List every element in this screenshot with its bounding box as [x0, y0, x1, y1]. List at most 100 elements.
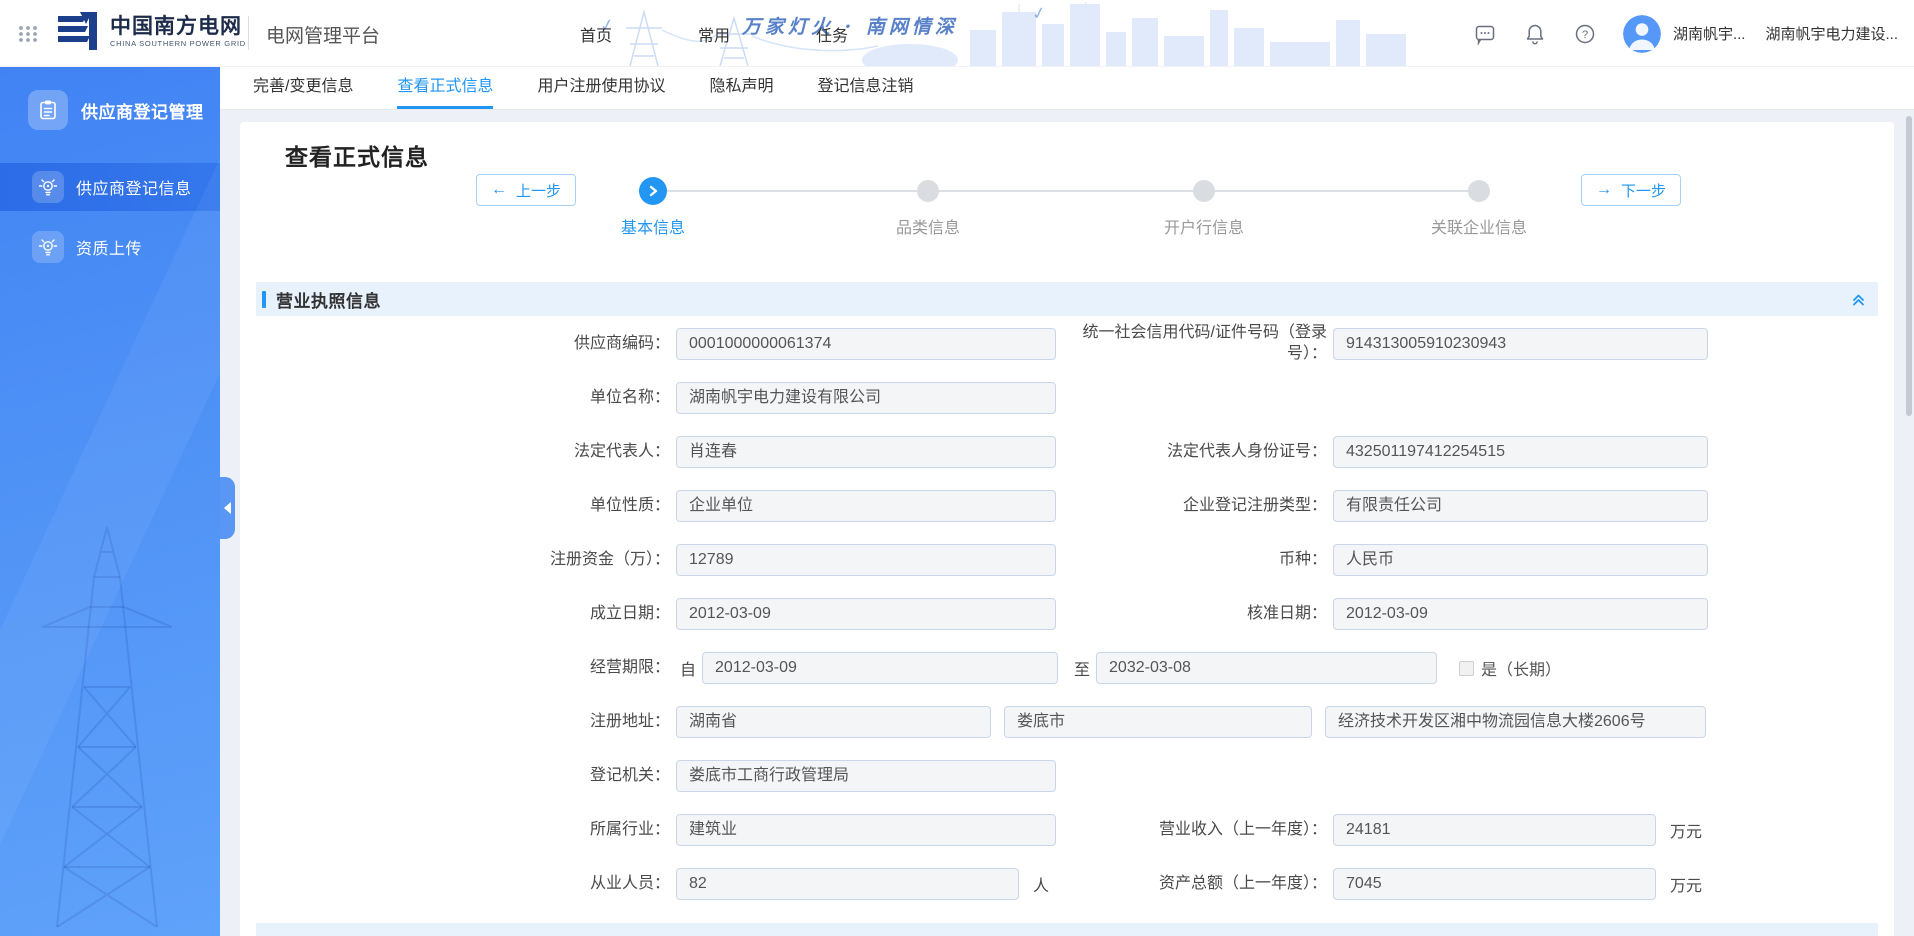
approval-date-field[interactable]: 2012-03-09 [1333, 598, 1708, 630]
nav-item-tasks[interactable]: 任务 [816, 22, 848, 46]
tab-bar: 完善/变更信息 查看正式信息 用户注册使用协议 隐私声明 登记信息注销 [220, 67, 1914, 110]
period-to-field[interactable]: 2032-03-08 [1096, 652, 1437, 684]
header-nav: 首页 常用 任务 [580, 0, 848, 67]
form-row: 注册资金（万）： 12789 币种： 人民币 [240, 544, 1894, 576]
sidebar-item-supplier-registration-info[interactable]: 供应商登记信息 [0, 163, 220, 211]
app-header: 万家灯火 · 南网情深 ✓ ✓ 中国南方电网 CHINA SOUTHERN PO… [0, 0, 1914, 67]
page-title: 查看正式信息 [285, 138, 429, 172]
help-icon[interactable]: ? [1573, 22, 1597, 46]
field-label: 币种： [1075, 550, 1327, 571]
form-row: 从业人员： 82 人 资产总额（上一年度）： 7045 万元 [240, 868, 1894, 900]
csg-logo: 中国南方电网 CHINA SOUTHERN POWER GRID [56, 10, 246, 52]
form-row: 单位名称： 湖南帆宇电力建设有限公司 [240, 382, 1894, 414]
sidebar-group-header[interactable]: 供应商登记管理 [0, 81, 220, 139]
user-org-name[interactable]: 湖南帆宇电力建设... [1765, 23, 1898, 44]
sidebar-item-qualification-upload[interactable]: 资质上传 [0, 223, 220, 271]
step-circle-related-company-info [1468, 180, 1490, 202]
field-label: 资产总额（上一年度）： [1075, 874, 1327, 895]
brand-name-cn: 中国南方电网 [110, 15, 246, 39]
form-row: 经营期限： 自 2012-03-09 至 2032-03-08 是（长期） [240, 652, 1894, 684]
legal-person-id-field[interactable]: 432501197412254515 [1333, 436, 1708, 468]
form-row: 成立日期： 2012-03-09 核准日期： 2012-03-09 [240, 598, 1894, 630]
apps-grid-icon[interactable] [16, 22, 40, 46]
field-label: 企业登记注册类型： [1075, 496, 1327, 517]
prev-step-button[interactable]: ← 上一步 [476, 174, 576, 206]
nav-item-frequent[interactable]: 常用 [698, 22, 730, 46]
form-row: 供应商编码： 0001000000061374 统一社会信用代码/证件号码（登录… [240, 328, 1894, 360]
period-from-field[interactable]: 2012-03-09 [702, 652, 1058, 684]
period-to-label: 至 [1074, 656, 1090, 680]
header-divider [248, 16, 249, 50]
field-label: 供应商编码： [430, 334, 670, 355]
business-license-form: 供应商编码： 0001000000061374 统一社会信用代码/证件号码（登录… [240, 328, 1894, 922]
field-label: 所属行业： [430, 820, 670, 841]
currency-field[interactable]: 人民币 [1333, 544, 1708, 576]
section-title: 营业执照信息 [276, 287, 381, 312]
employees-field[interactable]: 82 [676, 868, 1019, 900]
field-label: 单位名称： [430, 388, 670, 409]
employees-unit: 人 [1033, 872, 1049, 896]
skyline-decoration [850, 2, 1410, 66]
header-actions: ? 湖南帆宇... 湖南帆宇电力建设... [1447, 0, 1898, 67]
form-card: 查看正式信息 ← 上一步 基本信息 品类信息 开户行信息 关联企业信息 → 下一… [240, 122, 1894, 936]
csg-logo-mark [56, 10, 102, 52]
credit-code-field[interactable]: 914313005910230943 [1333, 328, 1708, 360]
step-label-basic-info[interactable]: 基本信息 [573, 214, 733, 238]
address-detail-field[interactable]: 经济技术开发区湘中物流园信息大楼2606号 [1325, 706, 1706, 738]
registered-capital-field[interactable]: 12789 [676, 544, 1056, 576]
svg-text:?: ? [1582, 29, 1588, 41]
arrow-left-icon: ← [491, 181, 507, 199]
clipboard-icon [28, 90, 68, 130]
industry-field[interactable]: 建筑业 [676, 814, 1056, 846]
stepper-line [653, 190, 1479, 192]
message-icon[interactable] [1473, 22, 1497, 46]
tab-view-official-info[interactable]: 查看正式信息 [397, 67, 493, 109]
user-name[interactable]: 湖南帆宇... [1673, 23, 1746, 44]
long-term-checkbox[interactable] [1459, 661, 1474, 676]
nav-item-home[interactable]: 首页 [580, 22, 612, 46]
org-nature-field[interactable]: 企业单位 [676, 490, 1056, 522]
collapse-section-icon[interactable] [1851, 292, 1866, 312]
revenue-field[interactable]: 24181 [1333, 814, 1656, 846]
field-label: 注册资金（万）： [430, 550, 670, 571]
legal-person-field[interactable]: 肖连春 [676, 436, 1056, 468]
revenue-unit: 万元 [1670, 818, 1702, 842]
platform-title: 电网管理平台 [266, 21, 380, 48]
bulb-icon [32, 231, 64, 263]
registration-type-field[interactable]: 有限责任公司 [1333, 490, 1708, 522]
step-circle-category-info [917, 180, 939, 202]
step-label-category-info[interactable]: 品类信息 [848, 214, 1008, 238]
vertical-scrollbar-thumb[interactable] [1906, 116, 1912, 416]
pylon-watermark [12, 507, 202, 927]
assets-unit: 万元 [1670, 872, 1702, 896]
csg-logo-text: 中国南方电网 CHINA SOUTHERN POWER GRID [110, 15, 246, 48]
tab-registration-cancel[interactable]: 登记信息注销 [818, 67, 914, 109]
content-area: 查看正式信息 ← 上一步 基本信息 品类信息 开户行信息 关联企业信息 → 下一… [220, 110, 1914, 936]
field-label: 登记机关： [430, 766, 670, 787]
user-avatar[interactable] [1623, 15, 1661, 53]
address-province-field[interactable]: 湖南省 [676, 706, 991, 738]
next-section-header-partial [256, 923, 1878, 936]
tab-modify-change-info[interactable]: 完善/变更信息 [253, 67, 353, 109]
tab-privacy-statement[interactable]: 隐私声明 [709, 67, 773, 109]
section-header-business-license: 营业执照信息 [256, 282, 1878, 316]
form-row: 单位性质： 企业单位 企业登记注册类型： 有限责任公司 [240, 490, 1894, 522]
next-step-button[interactable]: → 下一步 [1581, 174, 1681, 206]
next-step-label: 下一步 [1621, 180, 1666, 201]
field-label: 成立日期： [430, 604, 670, 625]
step-label-bank-info[interactable]: 开户行信息 [1124, 214, 1284, 238]
tab-user-agreement[interactable]: 用户注册使用协议 [537, 67, 665, 109]
long-term-checkbox-wrap[interactable]: 是（长期） [1459, 656, 1561, 680]
address-city-field[interactable]: 娄底市 [1004, 706, 1312, 738]
bulb-icon [32, 171, 64, 203]
step-label-related-company-info[interactable]: 关联企业信息 [1399, 214, 1559, 238]
sidebar-group-title: 供应商登记管理 [81, 98, 204, 123]
company-name-field[interactable]: 湖南帆宇电力建设有限公司 [676, 382, 1056, 414]
notification-bell-icon[interactable] [1523, 22, 1547, 46]
sidebar-item-label: 资质上传 [76, 235, 142, 259]
established-date-field[interactable]: 2012-03-09 [676, 598, 1056, 630]
supplier-code-field[interactable]: 0001000000061374 [676, 328, 1056, 360]
assets-field[interactable]: 7045 [1333, 868, 1656, 900]
sidebar-collapse-handle[interactable] [220, 477, 235, 539]
registration-authority-field[interactable]: 娄底市工商行政管理局 [676, 760, 1056, 792]
